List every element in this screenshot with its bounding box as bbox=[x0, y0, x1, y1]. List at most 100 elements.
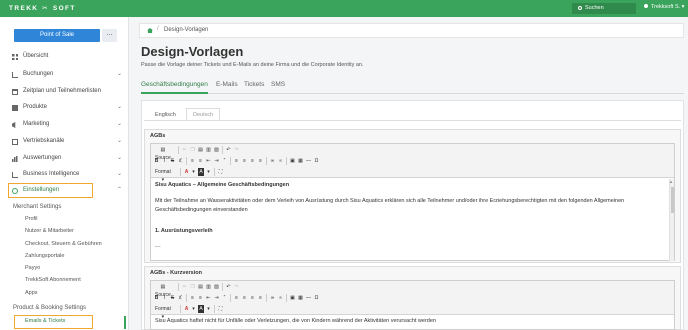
horizontal-rule-icon[interactable]: — bbox=[305, 294, 312, 302]
format-dropdown[interactable]: Format ▾ bbox=[153, 168, 173, 183]
trekksoft-logo[interactable]: TREKK ✂ SOFT bbox=[9, 4, 76, 12]
bullet-list-icon[interactable]: ≡ bbox=[197, 294, 204, 302]
editor-body[interactable]: Sisu Aquatics haftet nicht für Unfälle o… bbox=[151, 316, 674, 330]
sidebar-item-products[interactable]: Produkte ⌄ bbox=[0, 100, 129, 115]
product-booking-settings-heading: Product & Booking Settings bbox=[13, 305, 87, 311]
tab-tickets[interactable]: Tickets bbox=[244, 81, 264, 88]
source-button[interactable]: ▤ Source bbox=[153, 283, 173, 298]
align-center-icon[interactable]: ≡ bbox=[241, 294, 248, 302]
unlink-icon[interactable]: ∝ bbox=[277, 294, 284, 302]
bold-button[interactable]: B bbox=[153, 157, 160, 165]
sidebar-subitem-subscription[interactable]: TrekkSoft Abonnement bbox=[25, 277, 81, 283]
redo-icon[interactable]: ↷ bbox=[233, 146, 240, 154]
unlink-icon[interactable]: ∝ bbox=[277, 157, 284, 165]
tab-emails[interactable]: E-Mails bbox=[216, 81, 238, 88]
table-icon[interactable]: ▦ bbox=[297, 294, 304, 302]
scrollbar-thumb[interactable] bbox=[671, 187, 674, 213]
outdent-icon[interactable]: ⇤ bbox=[205, 157, 212, 165]
sidebar-subitem-payyo[interactable]: Payyo bbox=[25, 265, 40, 271]
sidebar-item-schedule[interactable]: Zeitplan und Teilnehmerlisten bbox=[0, 84, 129, 99]
undo-icon[interactable]: ↶ bbox=[225, 283, 232, 291]
italic-button[interactable]: I bbox=[161, 157, 168, 165]
sidebar-item-marketing[interactable]: Marketing ⌄ bbox=[0, 117, 129, 132]
bold-button[interactable]: B bbox=[153, 294, 160, 302]
paste-word-icon[interactable]: ▧ bbox=[213, 146, 220, 154]
clear-format-icon[interactable]: ℭ bbox=[177, 294, 184, 302]
outdent-icon[interactable]: ⇤ bbox=[205, 294, 212, 302]
pos-more-button[interactable]: ... bbox=[102, 29, 117, 42]
table-icon[interactable]: ▦ bbox=[297, 157, 304, 165]
horizontal-rule-icon[interactable]: — bbox=[305, 157, 312, 165]
home-icon[interactable] bbox=[147, 28, 153, 33]
sidebar-subitem-profile[interactable]: Profil bbox=[25, 216, 38, 222]
sidebar-subitem-payment-portals[interactable]: Zahlungsportale bbox=[25, 253, 64, 259]
tab-terms[interactable]: Geschäftsbedingungen bbox=[141, 81, 208, 88]
cut-icon[interactable]: ✂ bbox=[181, 283, 188, 291]
bg-color-button[interactable]: A bbox=[198, 305, 204, 313]
text-color-button[interactable]: A bbox=[183, 168, 190, 176]
cut-icon[interactable]: ✂ bbox=[181, 146, 188, 154]
source-button[interactable]: ▤ Source bbox=[153, 146, 173, 161]
maximize-icon[interactable]: ⛶ bbox=[217, 305, 224, 313]
special-char-icon[interactable]: Ω bbox=[313, 157, 320, 165]
image-icon[interactable]: ▣ bbox=[289, 157, 296, 165]
paste-text-icon[interactable]: ▥ bbox=[205, 146, 212, 154]
align-right-icon[interactable]: ≡ bbox=[249, 294, 256, 302]
bullet-list-icon[interactable]: ≡ bbox=[197, 157, 204, 165]
sidebar-subitem-checkout[interactable]: Checkout, Steuern & Gebühren bbox=[25, 241, 102, 247]
paste-icon[interactable]: ▤ bbox=[197, 283, 204, 291]
undo-icon[interactable]: ↶ bbox=[225, 146, 232, 154]
paste-icon[interactable]: ▤ bbox=[197, 146, 204, 154]
sidebar-subitem-apps[interactable]: Apps bbox=[25, 290, 38, 296]
link-icon[interactable]: ∞ bbox=[269, 294, 276, 302]
editor-body[interactable]: Sisu Aquatics – Allgemeine Geschäftsbedi… bbox=[151, 179, 674, 261]
justify-icon[interactable]: ≡ bbox=[257, 157, 264, 165]
sidebar-item-channels[interactable]: Vertriebskanäle ⌄ bbox=[0, 134, 129, 149]
numbered-list-icon[interactable]: ≡ bbox=[189, 294, 196, 302]
user-menu[interactable]: Trekksoft S. ▾ bbox=[644, 4, 684, 10]
sidebar-subitem-users[interactable]: Nutzer & Mitarbeiter bbox=[25, 228, 74, 234]
italic-button[interactable]: I bbox=[161, 294, 168, 302]
strike-button[interactable]: S bbox=[169, 294, 176, 302]
sidebar-item-overview[interactable]: Übersicht bbox=[0, 49, 129, 64]
chevron-down-icon[interactable]: ▾ bbox=[190, 168, 197, 176]
clear-format-icon[interactable]: ℭ bbox=[177, 157, 184, 165]
image-icon[interactable]: ▣ bbox=[289, 294, 296, 302]
numbered-list-icon[interactable]: ≡ bbox=[189, 157, 196, 165]
sidebar-item-label: Business Intelligence bbox=[23, 171, 80, 177]
align-left-icon[interactable]: ≡ bbox=[233, 157, 240, 165]
agb-short-editor[interactable]: ▤ Source ✂ ❐ ▤ ▥ ▧ ↶ ↷ B I S ℭ ≡ ≡ ⇤ ⇥ ”… bbox=[150, 280, 675, 330]
chevron-down-icon[interactable]: ▾ bbox=[190, 305, 197, 313]
text-color-button[interactable]: A bbox=[183, 305, 190, 313]
indent-icon[interactable]: ⇥ bbox=[213, 157, 220, 165]
paste-text-icon[interactable]: ▥ bbox=[205, 283, 212, 291]
align-left-icon[interactable]: ≡ bbox=[233, 294, 240, 302]
sidebar-item-reports[interactable]: Auswertungen ⌄ bbox=[0, 151, 129, 166]
point-of-sale-button[interactable]: Point of Sale bbox=[14, 29, 100, 42]
scroll-up-icon[interactable]: ▲ bbox=[669, 179, 673, 184]
agb-editor[interactable]: ▤ Source ✂ ❐ ▤ ▥ ▧ ↶ ↷ B I S ℭ ≡ ≡ ⇤ ⇥ ”… bbox=[150, 143, 675, 261]
maximize-icon[interactable]: ⛶ bbox=[217, 168, 224, 176]
align-center-icon[interactable]: ≡ bbox=[241, 157, 248, 165]
sidebar-item-bookings[interactable]: Buchungen ⌄ bbox=[0, 67, 129, 82]
strike-button[interactable]: S bbox=[169, 157, 176, 165]
format-dropdown[interactable]: Format ▾ bbox=[153, 305, 173, 320]
blockquote-icon[interactable]: ” bbox=[221, 157, 228, 165]
indent-icon[interactable]: ⇥ bbox=[213, 294, 220, 302]
tab-sms[interactable]: SMS bbox=[271, 81, 285, 88]
bg-color-button[interactable]: A bbox=[198, 168, 204, 176]
special-char-icon[interactable]: Ω bbox=[313, 294, 320, 302]
chevron-down-icon[interactable]: ▾ bbox=[205, 305, 212, 313]
paste-word-icon[interactable]: ▧ bbox=[213, 283, 220, 291]
chevron-down-icon[interactable]: ▾ bbox=[205, 168, 212, 176]
redo-icon[interactable]: ↷ bbox=[233, 283, 240, 291]
blockquote-icon[interactable]: ” bbox=[221, 294, 228, 302]
editor-scrollbar[interactable]: ▲ bbox=[669, 179, 674, 261]
sidebar-item-business-intelligence[interactable]: Business Intelligence ⌄ bbox=[0, 167, 129, 182]
search-button[interactable]: Suchen bbox=[572, 3, 636, 14]
align-right-icon[interactable]: ≡ bbox=[249, 157, 256, 165]
link-icon[interactable]: ∞ bbox=[269, 157, 276, 165]
copy-icon[interactable]: ❐ bbox=[189, 146, 196, 154]
copy-icon[interactable]: ❐ bbox=[189, 283, 196, 291]
justify-icon[interactable]: ≡ bbox=[257, 294, 264, 302]
